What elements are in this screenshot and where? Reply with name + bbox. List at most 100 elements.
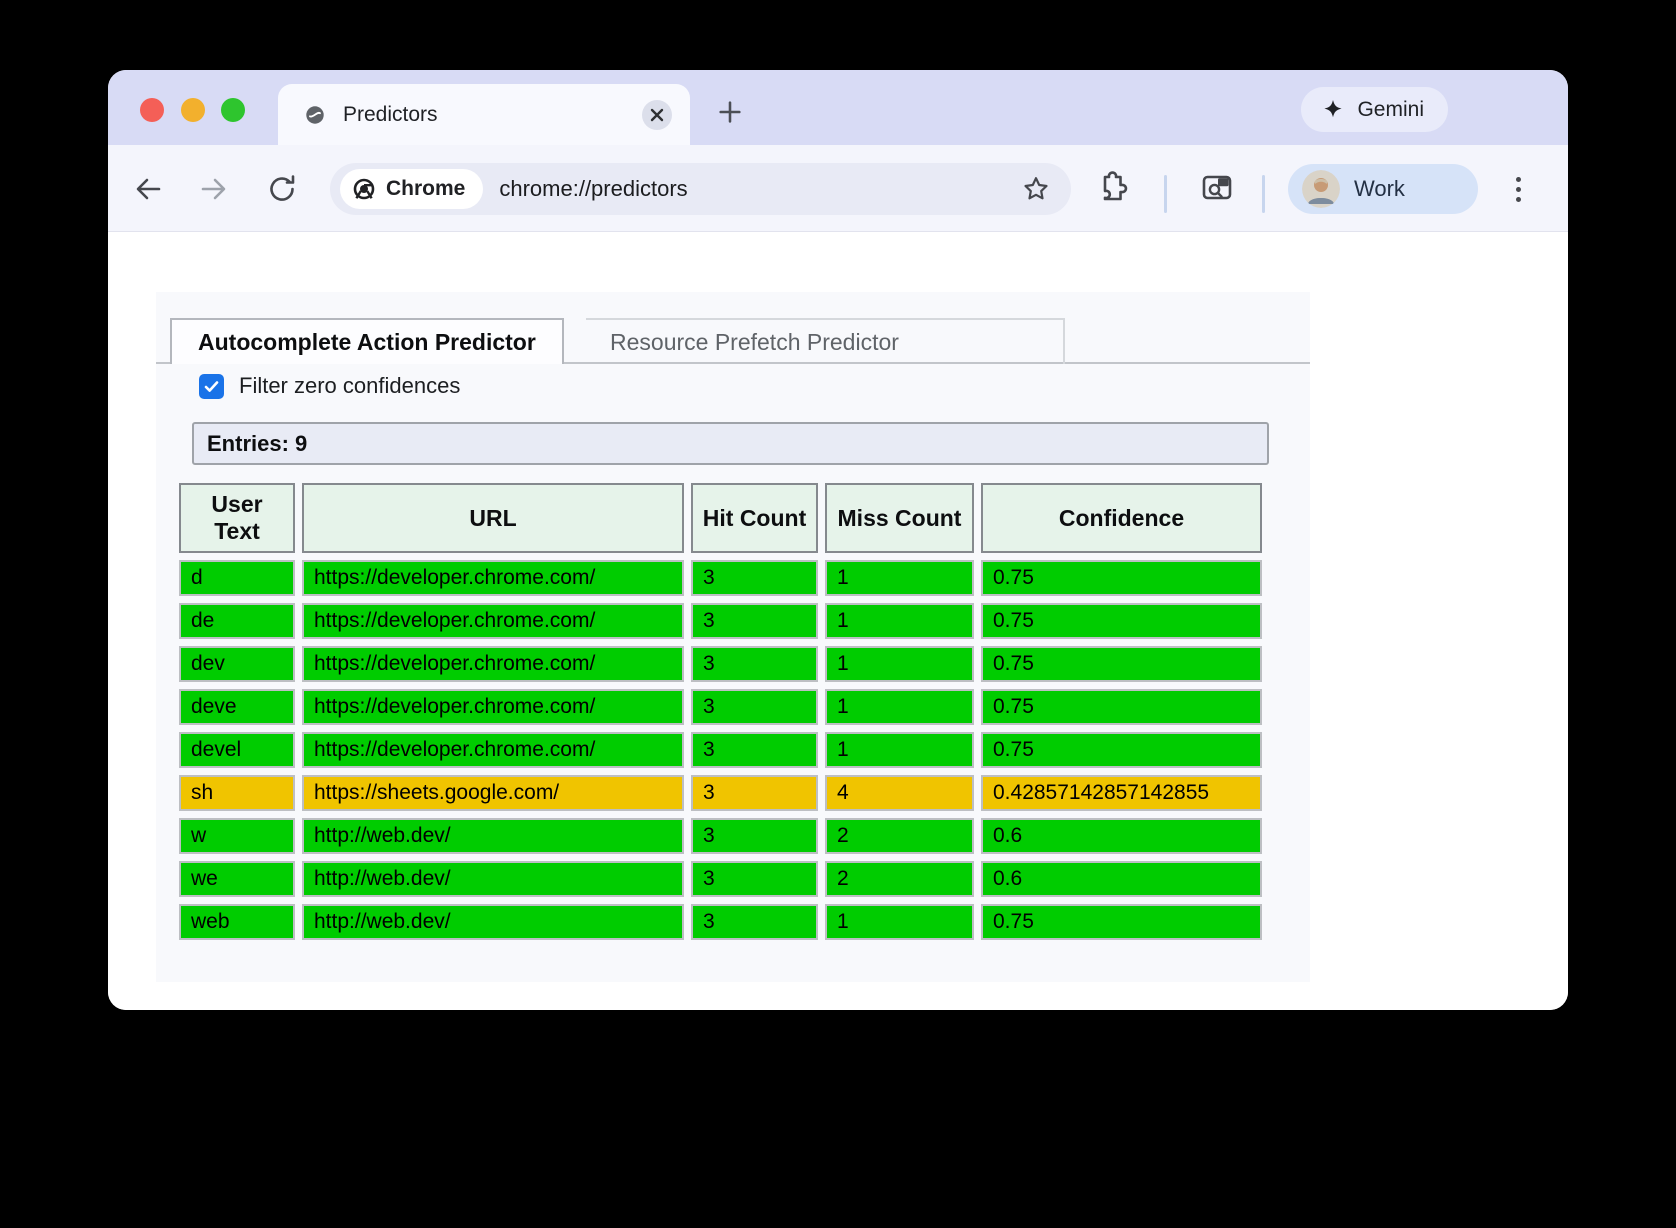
cell-url: https://developer.chrome.com/	[302, 646, 684, 682]
column-header: Confidence	[981, 483, 1262, 553]
entries-summary-bar: Entries: 9	[192, 422, 1269, 465]
cell-user_text: dev	[179, 646, 295, 682]
back-icon[interactable]	[130, 171, 166, 207]
predictors-panel: Autocomplete Action Predictor Resource P…	[156, 292, 1310, 982]
profile-label: Work	[1354, 176, 1405, 202]
cell-user_text: d	[179, 560, 295, 596]
checkmark-icon	[203, 378, 220, 395]
table-row: shhttps://sheets.google.com/340.42857142…	[179, 775, 1262, 811]
extensions-icon[interactable]	[1094, 169, 1132, 207]
table-row: dehttps://developer.chrome.com/310.75	[179, 603, 1262, 639]
cell-confidence: 0.6	[981, 818, 1262, 854]
cell-confidence: 0.75	[981, 689, 1262, 725]
cell-confidence: 0.75	[981, 560, 1262, 596]
cell-confidence: 0.75	[981, 603, 1262, 639]
cell-miss_count: 4	[825, 775, 974, 811]
bookmark-star-icon[interactable]	[1021, 174, 1051, 204]
cell-hit_count: 3	[691, 732, 818, 768]
cell-miss_count: 1	[825, 904, 974, 940]
table-header-row: User TextURLHit CountMiss CountConfidenc…	[179, 483, 1262, 553]
predictors-table: User TextURLHit CountMiss CountConfidenc…	[172, 476, 1269, 947]
cell-url: https://developer.chrome.com/	[302, 732, 684, 768]
cell-hit_count: 3	[691, 861, 818, 897]
page-viewport: Autocomplete Action Predictor Resource P…	[108, 232, 1568, 1010]
cell-miss_count: 1	[825, 689, 974, 725]
reload-icon[interactable]	[264, 171, 300, 207]
tab-autocomplete-action-predictor[interactable]: Autocomplete Action Predictor	[170, 318, 564, 364]
close-window-button[interactable]	[140, 98, 164, 122]
kebab-menu-icon[interactable]	[1504, 175, 1532, 203]
zoom-window-button[interactable]	[221, 98, 245, 122]
toolbar: Chrome chrome://predictors	[108, 145, 1568, 232]
table-row: devhttps://developer.chrome.com/310.75	[179, 646, 1262, 682]
cell-hit_count: 3	[691, 775, 818, 811]
cell-miss_count: 1	[825, 646, 974, 682]
entries-summary-text: Entries: 9	[207, 431, 307, 457]
cell-miss_count: 2	[825, 818, 974, 854]
new-tab-icon[interactable]	[712, 94, 748, 130]
cell-hit_count: 3	[691, 689, 818, 725]
cell-user_text: sh	[179, 775, 295, 811]
cell-user_text: web	[179, 904, 295, 940]
cell-url: http://web.dev/	[302, 818, 684, 854]
cell-hit_count: 3	[691, 904, 818, 940]
cell-user_text: we	[179, 861, 295, 897]
cell-confidence: 0.42857142857142855	[981, 775, 1262, 811]
toolbar-divider	[1262, 175, 1265, 213]
gemini-sparkle-icon	[1321, 98, 1345, 122]
cell-hit_count: 3	[691, 603, 818, 639]
gemini-button[interactable]: Gemini	[1301, 87, 1448, 132]
cell-url: https://developer.chrome.com/	[302, 560, 684, 596]
tab-resource-prefetch-predictor[interactable]: Resource Prefetch Predictor	[586, 318, 1065, 364]
cell-miss_count: 1	[825, 732, 974, 768]
cell-confidence: 0.75	[981, 732, 1262, 768]
cell-user_text: deve	[179, 689, 295, 725]
tab-title: Predictors	[343, 103, 438, 127]
site-chip-label: Chrome	[386, 177, 465, 201]
cell-url: https://sheets.google.com/	[302, 775, 684, 811]
table-row: webhttp://web.dev/310.75	[179, 904, 1262, 940]
gemini-label: Gemini	[1357, 98, 1424, 122]
globe-icon	[304, 104, 326, 126]
cell-url: https://developer.chrome.com/	[302, 603, 684, 639]
table-row: devehttps://developer.chrome.com/310.75	[179, 689, 1262, 725]
cell-miss_count: 2	[825, 861, 974, 897]
cell-user_text: de	[179, 603, 295, 639]
cell-url: http://web.dev/	[302, 861, 684, 897]
cell-url: https://developer.chrome.com/	[302, 689, 684, 725]
url-input[interactable]: chrome://predictors	[499, 176, 687, 202]
cell-confidence: 0.6	[981, 861, 1262, 897]
minimize-window-button[interactable]	[181, 98, 205, 122]
profile-chip[interactable]: Work	[1288, 164, 1478, 214]
toolbar-divider	[1164, 175, 1167, 213]
forward-icon[interactable]	[196, 171, 232, 207]
close-tab-icon[interactable]	[642, 100, 672, 130]
cell-user_text: devel	[179, 732, 295, 768]
side-panel-search-icon[interactable]	[1198, 169, 1236, 207]
column-header: Miss Count	[825, 483, 974, 553]
cell-confidence: 0.75	[981, 904, 1262, 940]
cell-user_text: w	[179, 818, 295, 854]
cell-hit_count: 3	[691, 818, 818, 854]
chrome-logo-icon	[352, 177, 376, 201]
filter-zero-confidences-checkbox[interactable]	[199, 374, 224, 399]
browser-tab[interactable]: Predictors	[278, 84, 690, 145]
avatar	[1302, 170, 1340, 208]
address-bar[interactable]: Chrome chrome://predictors	[330, 163, 1071, 215]
filter-row: Filter zero confidences	[199, 373, 1310, 399]
table-row: wehttp://web.dev/320.6	[179, 861, 1262, 897]
filter-checkbox-label: Filter zero confidences	[239, 373, 460, 399]
table-row: whttp://web.dev/320.6	[179, 818, 1262, 854]
column-header: User Text	[179, 483, 295, 553]
predictor-tabstrip: Autocomplete Action Predictor Resource P…	[156, 292, 1310, 364]
cell-miss_count: 1	[825, 560, 974, 596]
column-header: URL	[302, 483, 684, 553]
tab-bar: Predictors Gemini	[108, 70, 1568, 145]
predictor-table-body: dhttps://developer.chrome.com/310.75deht…	[179, 560, 1262, 940]
table-row: develhttps://developer.chrome.com/310.75	[179, 732, 1262, 768]
site-chip[interactable]: Chrome	[340, 169, 483, 209]
cell-confidence: 0.75	[981, 646, 1262, 682]
cell-hit_count: 3	[691, 560, 818, 596]
table-row: dhttps://developer.chrome.com/310.75	[179, 560, 1262, 596]
browser-window: Predictors Gemini	[108, 70, 1568, 1010]
